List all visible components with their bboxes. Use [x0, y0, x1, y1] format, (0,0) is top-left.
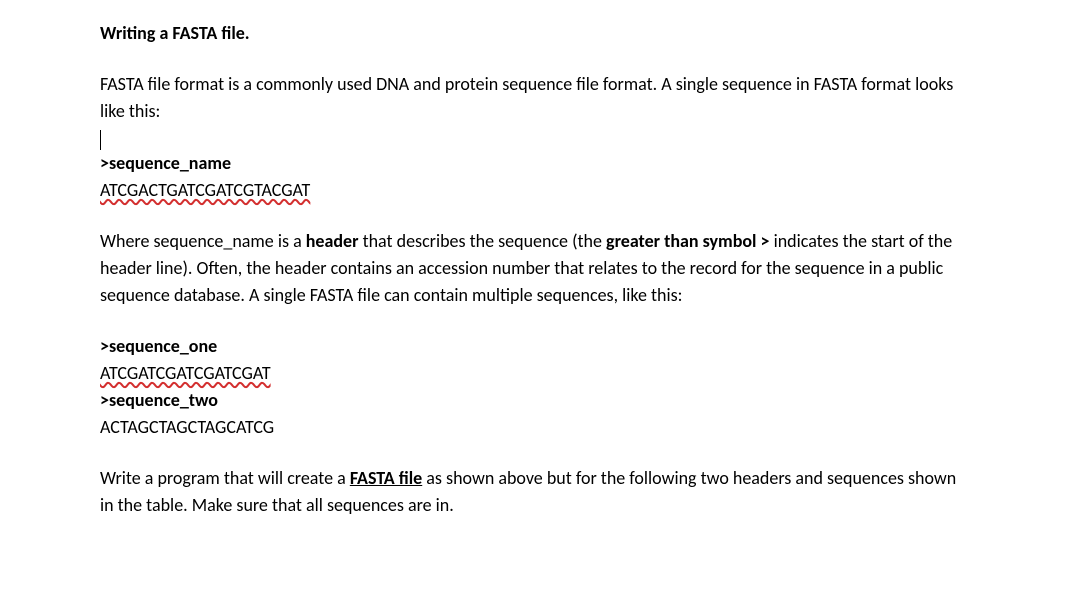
example2-header1: >sequence_one	[100, 333, 965, 360]
text-segment: Where sequence_name is a	[100, 230, 306, 252]
example2-header2: >sequence_two	[100, 387, 965, 414]
example2-sequence2: ACTAGCTAGCTAGCATCG	[100, 414, 965, 441]
text-cursor	[100, 130, 101, 150]
bold-text-symbol: greater than symbol >	[606, 230, 769, 252]
sequence-text: ATCGATCGATCGATCGAT	[100, 362, 271, 384]
example1-sequence: ATCGACTGATCGATCGTACGAT	[100, 177, 965, 204]
example2-sequence1: ATCGATCGATCGATCGAT	[100, 360, 965, 387]
sequence-text: ATCGACTGATCGATCGTACGAT	[100, 179, 310, 201]
text-segment: Write a program that will create a	[100, 467, 350, 489]
explanation-paragraph: Where sequence_name is a header that des…	[100, 228, 965, 309]
sequence-text: ACTAGCTAGCTAGCATCG	[100, 416, 274, 438]
task-paragraph: Write a program that will create a FASTA…	[100, 465, 965, 519]
text-cursor-line	[100, 127, 965, 150]
sequence-header-text: >sequence_one	[100, 335, 217, 357]
bold-text-header: header	[306, 230, 359, 252]
sequence-header-text: >sequence_two	[100, 389, 218, 411]
bold-underline-text: FASTA file	[350, 467, 422, 489]
example1-header: >sequence_name	[100, 150, 965, 177]
document-title: Writing a FASTA file.	[100, 20, 965, 47]
sequence-header-text: >sequence_name	[100, 152, 231, 174]
intro-paragraph: FASTA file format is a commonly used DNA…	[100, 71, 965, 125]
text-segment: that describes the sequence (the	[359, 230, 607, 252]
